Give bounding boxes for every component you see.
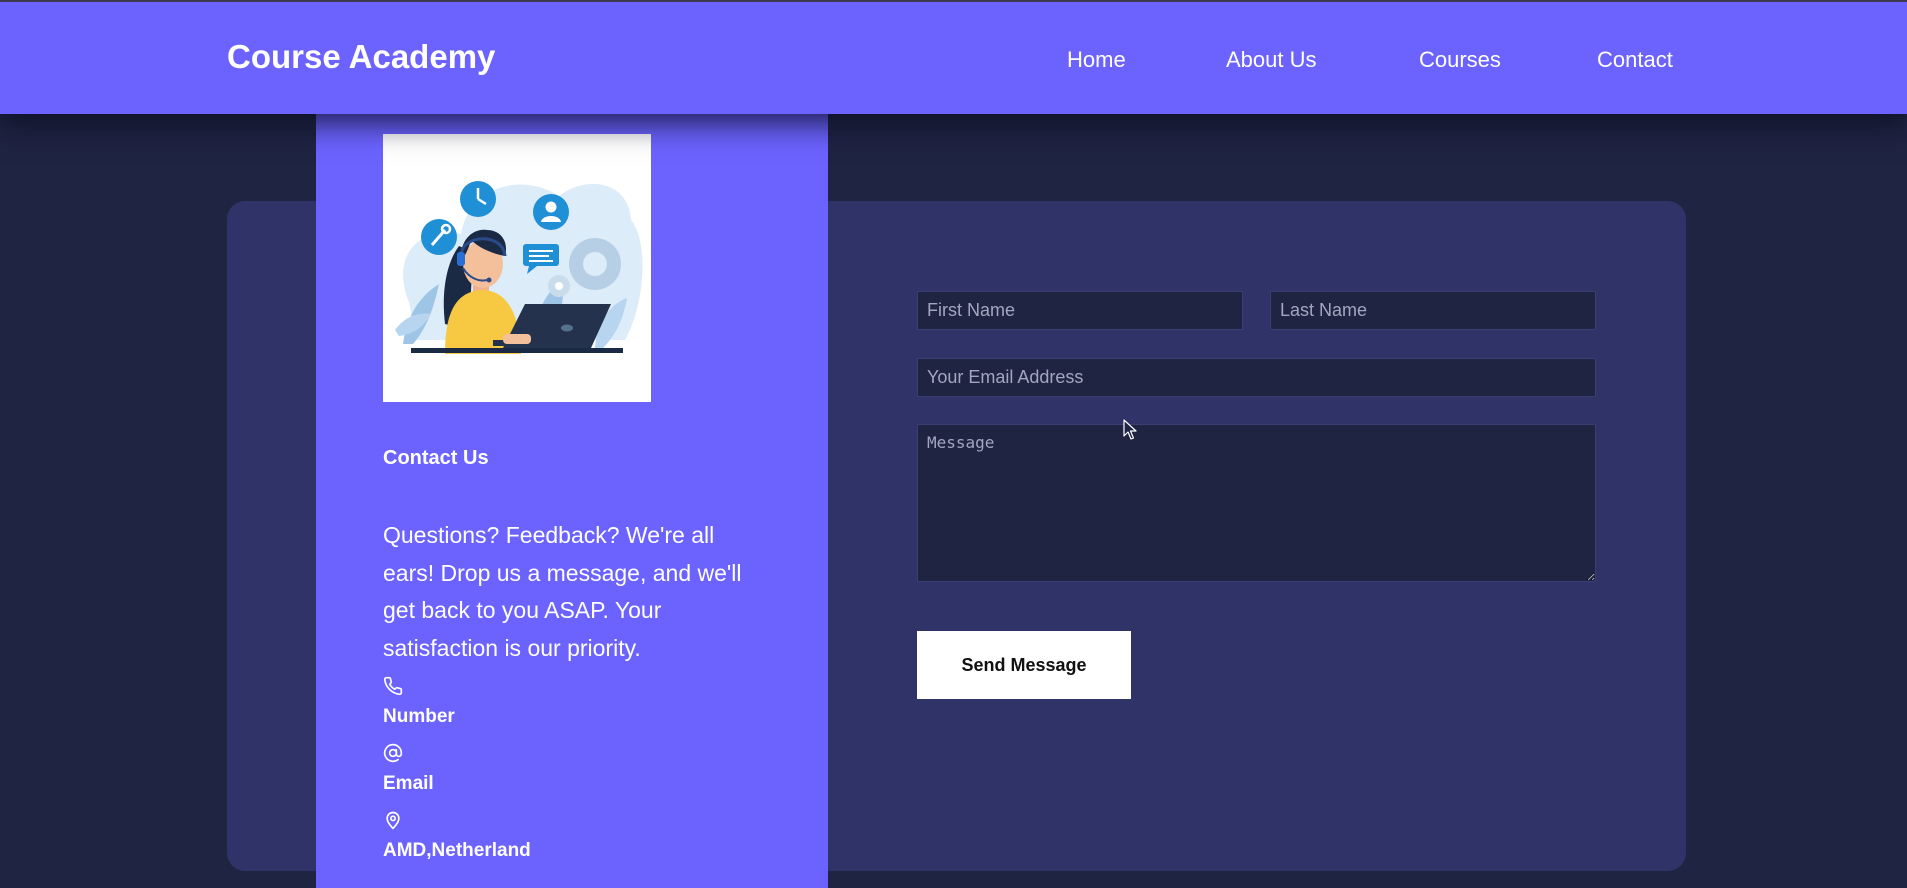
- contact-us-description: Questions? Feedback? We're all ears! Dro…: [383, 522, 742, 661]
- at-icon: [383, 743, 403, 763]
- phone-label: Number: [383, 706, 455, 727]
- mouse-cursor-icon: [1123, 419, 1137, 441]
- contact-us-heading: Contact Us: [383, 447, 489, 469]
- nav-about-us[interactable]: About Us: [1226, 47, 1317, 73]
- location-label: AMD,Netherland: [383, 840, 531, 861]
- navbar: Course Academy Home About Us Courses Con…: [0, 0, 1907, 114]
- last-name-input[interactable]: [1270, 291, 1596, 330]
- email-input[interactable]: [917, 358, 1596, 397]
- nav-courses[interactable]: Courses: [1419, 47, 1501, 73]
- support-agent-illustration: [383, 134, 651, 402]
- send-message-button[interactable]: Send Message: [917, 631, 1131, 699]
- message-textarea[interactable]: [917, 424, 1596, 582]
- brand-logo[interactable]: Course Academy: [227, 38, 495, 76]
- location-pin-icon: [383, 810, 403, 830]
- nav-contact[interactable]: Contact: [1597, 47, 1673, 73]
- first-name-input[interactable]: [917, 291, 1243, 330]
- phone-icon: [383, 676, 403, 696]
- email-label: Email: [383, 773, 434, 794]
- nav-home[interactable]: Home: [1067, 47, 1126, 73]
